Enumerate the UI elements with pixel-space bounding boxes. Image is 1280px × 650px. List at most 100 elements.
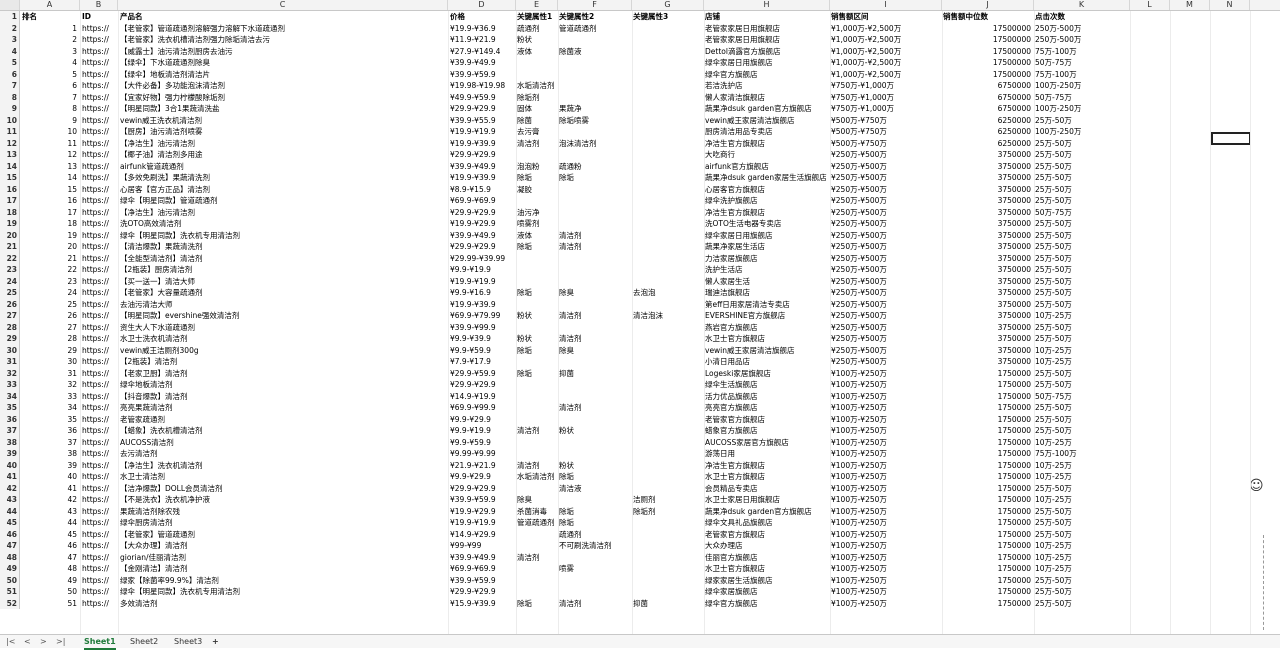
cell-product[interactable]: 水卫士洗衣机清洁剂 (120, 333, 448, 345)
cell-store[interactable]: vewin威王家居清洁旗舰店 (705, 115, 830, 127)
cell-sales-range[interactable]: ¥500万-¥750万 (831, 115, 942, 127)
cell-rank[interactable]: 27 (22, 322, 80, 334)
header-cell-price[interactable]: 价格 (450, 11, 516, 23)
cell-attr2[interactable]: 清洁剂 (559, 310, 632, 322)
cell-sales-range[interactable]: ¥250万-¥500万 (831, 253, 942, 265)
cell-price[interactable]: ¥39.9-¥49.9 (450, 57, 516, 69)
cell-attr3[interactable]: 除垢剂 (633, 506, 704, 518)
cell-attr3[interactable] (633, 563, 704, 575)
cell-id[interactable]: https:// (82, 138, 118, 150)
cell-id[interactable]: https:// (82, 563, 118, 575)
cell-attr2[interactable] (559, 218, 632, 230)
row-number[interactable]: 26 (0, 298, 20, 310)
cell-clicks[interactable]: 10万-25万 (1035, 460, 1130, 472)
cell-attr2[interactable]: 果蔬净 (559, 103, 632, 115)
cell-product[interactable]: 果蔬清洁剂除农残 (120, 506, 448, 518)
cell-clicks[interactable]: 25万-50万 (1035, 195, 1130, 207)
cell-id[interactable]: https:// (82, 391, 118, 403)
cell-store[interactable]: 老管家官方旗舰店 (705, 414, 830, 426)
column-header-a[interactable]: A (20, 0, 80, 10)
cell-attr2[interactable] (559, 586, 632, 598)
cell-sales-range[interactable]: ¥250万-¥500万 (831, 161, 942, 173)
cell-store[interactable]: 蔬果净dsuk garden官方旗舰店 (705, 506, 830, 518)
cell-clicks[interactable]: 25万-50万 (1035, 299, 1130, 311)
row-number[interactable]: 1 (0, 11, 20, 23)
cell-sales-median[interactable]: 1750000 (943, 483, 1034, 495)
cell-attr3[interactable] (633, 207, 704, 219)
cell-rank[interactable]: 34 (22, 402, 80, 414)
cell-price[interactable]: ¥19.9-¥39.9 (450, 299, 516, 311)
cell-product[interactable]: AUCOSS清洁剂 (120, 437, 448, 449)
cell-sales-median[interactable]: 1750000 (943, 391, 1034, 403)
prev-sheet-nav-icon[interactable]: < (24, 635, 31, 648)
cell-attr1[interactable] (517, 586, 558, 598)
row-number[interactable]: 13 (0, 149, 20, 161)
cell-store[interactable]: airfunk官方旗舰店 (705, 161, 830, 173)
cell-attr1[interactable]: 除垢剂 (517, 92, 558, 104)
row-number[interactable]: 29 (0, 333, 20, 345)
tab-sheet3[interactable]: Sheet3 (174, 635, 202, 648)
cell-store[interactable]: 绿伞洗护旗舰店 (705, 195, 830, 207)
cell-attr2[interactable] (559, 126, 632, 138)
cell-attr2[interactable] (559, 69, 632, 81)
cell-attr2[interactable]: 不可刷洗清洁剂 (559, 540, 632, 552)
cell-product[interactable]: 【买一送一】清洁大师 (120, 276, 448, 288)
cell-sales-median[interactable]: 3750000 (943, 310, 1034, 322)
cell-store[interactable]: 水卫士官方旗舰店 (705, 471, 830, 483)
cell-rank[interactable]: 12 (22, 149, 80, 161)
cell-clicks[interactable]: 25万-50万 (1035, 264, 1130, 276)
cell-product[interactable]: 水卫士清洁剂 (120, 471, 448, 483)
cell-price[interactable]: ¥9.9-¥59.9 (450, 437, 516, 449)
cell-attr3[interactable] (633, 552, 704, 564)
cell-product[interactable]: 老管家疏通剂 (120, 414, 448, 426)
cell-store[interactable]: 水卫士官方旗舰店 (705, 333, 830, 345)
cell-attr1[interactable]: 除垢 (517, 368, 558, 380)
header-cell-sales-median[interactable]: 销售额中位数 (943, 11, 1034, 23)
cell-clicks[interactable]: 250万-500万 (1035, 34, 1130, 46)
header-cell-store[interactable]: 店铺 (705, 11, 830, 23)
cell-sales-median[interactable]: 1750000 (943, 494, 1034, 506)
cell-price[interactable]: ¥69.9-¥99.9 (450, 402, 516, 414)
cell-id[interactable]: https:// (82, 46, 118, 58)
cell-attr3[interactable] (633, 540, 704, 552)
cell-clicks[interactable]: 10万-25万 (1035, 540, 1130, 552)
first-sheet-nav-icon[interactable]: |< (6, 635, 15, 648)
cell-sales-median[interactable]: 1750000 (943, 471, 1034, 483)
cell-clicks[interactable]: 25万-50万 (1035, 506, 1130, 518)
cell-sales-range[interactable]: ¥250万-¥500万 (831, 230, 942, 242)
cell-store[interactable]: 厨房清洁用品专卖店 (705, 126, 830, 138)
cell-attr2[interactable]: 泡沫清洁剂 (559, 138, 632, 150)
cell-clicks[interactable]: 25万-50万 (1035, 402, 1130, 414)
cell-product[interactable]: 【洁净爆款】DOLL会员清洁剂 (120, 483, 448, 495)
cell-sales-median[interactable]: 3750000 (943, 287, 1034, 299)
column-header-c[interactable]: C (118, 0, 448, 10)
cell-id[interactable]: https:// (82, 368, 118, 380)
cell-attr3[interactable] (633, 264, 704, 276)
cell-price[interactable]: ¥39.9-¥59.9 (450, 494, 516, 506)
cell-store[interactable]: 绿伞官方旗舰店 (705, 69, 830, 81)
cell-attr3[interactable] (633, 161, 704, 173)
cell-clicks[interactable]: 25万-50万 (1035, 149, 1130, 161)
tab-sheet1[interactable]: Sheet1 (84, 635, 116, 650)
cell-rank[interactable]: 50 (22, 586, 80, 598)
cell-rank[interactable]: 21 (22, 253, 80, 265)
cell-product[interactable]: 【2瓶装】厨房清洁剂 (120, 264, 448, 276)
cell-sales-median[interactable]: 3750000 (943, 195, 1034, 207)
cell-attr3[interactable] (633, 391, 704, 403)
row-number[interactable]: 11 (0, 126, 20, 138)
column-header-k[interactable]: K (1034, 0, 1130, 10)
cell-attr3[interactable]: 清洁泡沫 (633, 310, 704, 322)
row-number[interactable]: 44 (0, 505, 20, 517)
cell-rank[interactable]: 46 (22, 540, 80, 552)
cell-store[interactable]: 蔬果净dsuk garden官方旗舰店 (705, 103, 830, 115)
cell-attr1[interactable]: 杀菌消毒 (517, 506, 558, 518)
cell-attr1[interactable]: 除垢 (517, 598, 558, 610)
cell-attr2[interactable] (559, 575, 632, 587)
cell-rank[interactable]: 22 (22, 264, 80, 276)
cell-sales-median[interactable]: 3750000 (943, 161, 1034, 173)
cell-clicks[interactable]: 25万-50万 (1035, 529, 1130, 541)
cell-attr1[interactable]: 清洁剂 (517, 460, 558, 472)
cell-product[interactable]: 【绿伞】地板清洁剂清洁片 (120, 69, 448, 81)
cell-rank[interactable]: 38 (22, 448, 80, 460)
cell-clicks[interactable]: 25万-50万 (1035, 241, 1130, 253)
